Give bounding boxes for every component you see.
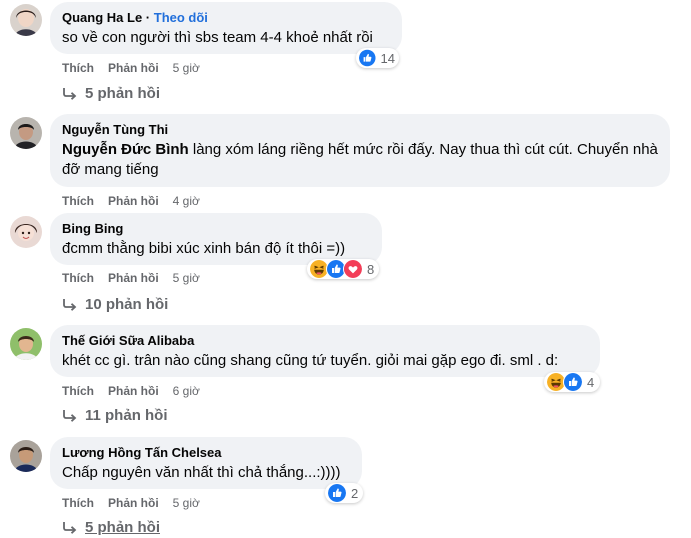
comment-actions: Thích Phản hồi 6 giờ xyxy=(62,384,200,398)
comment-bubble: Quang Ha Le · Theo dõi so về con người t… xyxy=(50,2,402,54)
avatar-image xyxy=(10,328,42,360)
reaction-count: 4 xyxy=(587,374,595,390)
reply-button[interactable]: Phản hồi xyxy=(108,384,159,398)
like-button[interactable]: Thích xyxy=(62,61,94,75)
comment-time[interactable]: 5 giờ xyxy=(173,271,200,285)
like-button[interactable]: Thích xyxy=(62,496,94,510)
reply-button[interactable]: Phản hồi xyxy=(108,61,159,75)
reply-count[interactable]: 10 phản hồi xyxy=(85,296,168,313)
comment-actions: Thích Phản hồi 5 giờ xyxy=(62,496,200,510)
follow-separator: · xyxy=(142,10,154,25)
comment-text: so về con người thì sbs team 4-4 khoẻ nh… xyxy=(62,29,373,46)
mention-link[interactable]: Nguyễn Đức Bình xyxy=(62,141,189,158)
comment-time[interactable]: 6 giờ xyxy=(173,384,200,398)
comment-actions: Thích Phản hồi 4 giờ xyxy=(62,194,200,208)
comment-time[interactable]: 5 giờ xyxy=(173,496,200,510)
avatar[interactable] xyxy=(10,216,42,248)
view-replies-link[interactable]: 5 phản hồi xyxy=(62,85,160,102)
comment-text: Nguyễn Đức Bình làng xóm láng riềng hết … xyxy=(62,140,658,180)
avatar[interactable] xyxy=(10,440,42,472)
comment-text: khét cc gì. trân nào cũng shang cũng tứ … xyxy=(62,352,559,369)
like-button[interactable]: Thích xyxy=(62,194,94,208)
avatar[interactable] xyxy=(10,4,42,36)
comment-text: đcmm thằng bibi xúc xinh bán độ ít thôi … xyxy=(62,240,346,257)
reply-count[interactable]: 5 phản hồi xyxy=(85,519,160,536)
comment-text: Chấp nguyên văn nhất thì chả thắng...:))… xyxy=(62,464,341,481)
avatar-image xyxy=(10,440,42,472)
like-icon xyxy=(327,483,347,503)
follow-link[interactable]: Theo dõi xyxy=(154,10,208,25)
avatar-image xyxy=(10,4,42,36)
reaction-summary[interactable]: 8 xyxy=(307,259,379,279)
comment-bubble: Bing Bing đcmm thằng bibi xúc xinh bán đ… xyxy=(50,213,382,265)
reply-arrow-icon xyxy=(62,409,78,423)
reaction-summary[interactable]: 2 xyxy=(325,483,363,503)
comment-actions: Thích Phản hồi 5 giờ xyxy=(62,61,200,75)
view-replies-link[interactable]: 5 phản hồi xyxy=(62,519,160,536)
comment-actions: Thích Phản hồi 5 giờ xyxy=(62,271,200,285)
reply-arrow-icon xyxy=(62,87,78,101)
reply-count[interactable]: 11 phản hồi xyxy=(85,407,168,424)
comment-bubble: Lương Hồng Tấn Chelsea Chấp nguyên văn n… xyxy=(50,437,362,489)
reply-count[interactable]: 5 phản hồi xyxy=(85,85,160,102)
love-icon xyxy=(343,259,363,279)
reaction-summary[interactable]: 14 xyxy=(356,48,399,68)
comment-author[interactable]: Thế Giới Sữa Alibaba xyxy=(62,333,588,349)
reaction-summary[interactable]: 4 xyxy=(544,372,600,392)
view-replies-link[interactable]: 10 phản hồi xyxy=(62,296,168,313)
reply-arrow-icon xyxy=(62,298,78,312)
comment-bubble: Nguyễn Tùng Thi Nguyễn Đức Bình làng xóm… xyxy=(50,114,670,187)
reaction-count: 8 xyxy=(367,261,375,277)
comment-author[interactable]: Quang Ha Le xyxy=(62,10,142,25)
reply-button[interactable]: Phản hồi xyxy=(108,496,159,510)
view-replies-link[interactable]: 11 phản hồi xyxy=(62,407,168,424)
like-icon xyxy=(358,48,377,68)
reply-arrow-icon xyxy=(62,521,78,535)
reaction-count: 14 xyxy=(380,50,395,66)
avatar-image xyxy=(10,117,42,149)
avatar[interactable] xyxy=(10,117,42,149)
reaction-count: 2 xyxy=(351,485,359,501)
comment-time[interactable]: 4 giờ xyxy=(173,194,200,208)
comment-author[interactable]: Nguyễn Tùng Thi xyxy=(62,122,658,138)
reply-button[interactable]: Phản hồi xyxy=(108,194,159,208)
comment-bubble: Thế Giới Sữa Alibaba khét cc gì. trân nà… xyxy=(50,325,600,377)
reply-button[interactable]: Phản hồi xyxy=(108,271,159,285)
comment-author[interactable]: Bing Bing xyxy=(62,221,370,237)
comment-time[interactable]: 5 giờ xyxy=(173,61,200,75)
like-icon xyxy=(563,372,583,392)
avatar-image xyxy=(10,216,42,248)
like-button[interactable]: Thích xyxy=(62,384,94,398)
avatar[interactable] xyxy=(10,328,42,360)
comment-author[interactable]: Lương Hồng Tấn Chelsea xyxy=(62,445,350,461)
like-button[interactable]: Thích xyxy=(62,271,94,285)
